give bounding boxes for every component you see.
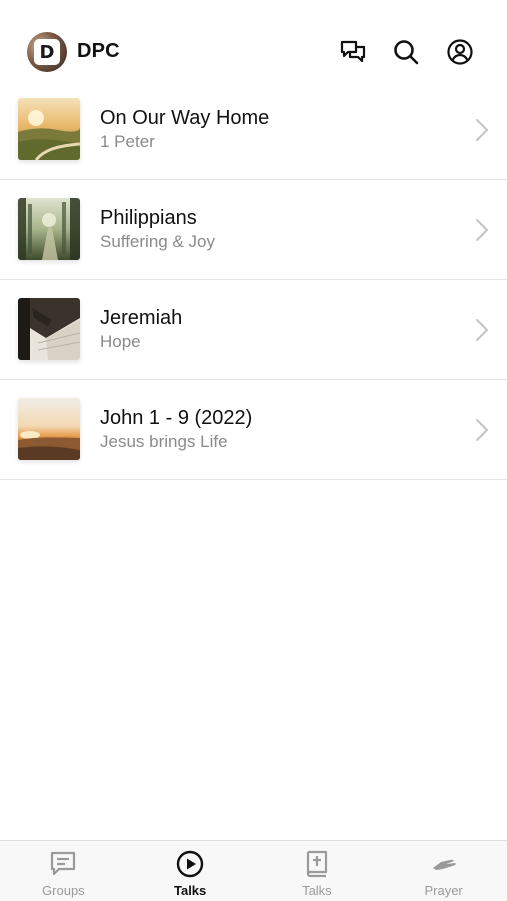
church-logo[interactable]: D	[27, 32, 67, 72]
tab-talks[interactable]: Talks	[127, 841, 254, 901]
list-item[interactable]: Jeremiah Hope	[0, 280, 507, 380]
logo-letter: D	[34, 39, 60, 65]
series-subtitle: Hope	[100, 332, 141, 351]
list-item[interactable]: John 1 - 9 (2022) Jesus brings Life	[0, 380, 507, 480]
tab-label: Groups	[42, 883, 85, 898]
tab-prayer[interactable]: Prayer	[380, 841, 507, 901]
series-thumbnail	[18, 398, 80, 460]
chevron-right-icon	[475, 418, 489, 442]
list-item[interactable]: On Our Way Home 1 Peter	[0, 80, 507, 180]
tab-label: Talks	[173, 883, 207, 898]
message-square-icon	[49, 850, 77, 878]
tab-groups[interactable]: Groups	[0, 841, 127, 901]
series-thumbnail	[18, 298, 80, 360]
search-icon[interactable]	[392, 38, 420, 66]
chevron-right-icon	[475, 318, 489, 342]
chevron-right-icon	[475, 118, 489, 142]
tab-label: Talks	[302, 883, 332, 898]
play-circle-icon	[176, 850, 204, 878]
series-thumbnail	[18, 98, 80, 160]
series-thumbnail	[18, 198, 80, 260]
series-subtitle: 1 Peter	[100, 132, 155, 151]
list-item[interactable]: Philippians Suffering & Joy	[0, 180, 507, 280]
bottom-tab-bar: Groups Talks Talks Prayer	[0, 840, 507, 901]
series-title: Philippians	[100, 207, 197, 229]
tab-label: Prayer	[424, 883, 463, 898]
chat-icon[interactable]	[339, 38, 367, 66]
app-header: D DPC	[0, 0, 507, 90]
series-title: John 1 - 9 (2022)	[100, 407, 253, 429]
series-title: On Our Way Home	[100, 107, 270, 129]
praying-hands-icon	[430, 850, 458, 878]
series-title: Jeremiah	[100, 307, 183, 329]
chevron-right-icon	[475, 218, 489, 242]
series-subtitle: Jesus brings Life	[100, 432, 228, 451]
talk-series-list: On Our Way Home 1 Peter Philippians Suff…	[0, 80, 507, 480]
tab-bible-talks[interactable]: Talks	[254, 841, 381, 901]
bible-icon	[303, 850, 331, 878]
app-title: DPC	[77, 40, 120, 62]
account-icon[interactable]	[446, 38, 474, 66]
series-subtitle: Suffering & Joy	[100, 232, 215, 251]
